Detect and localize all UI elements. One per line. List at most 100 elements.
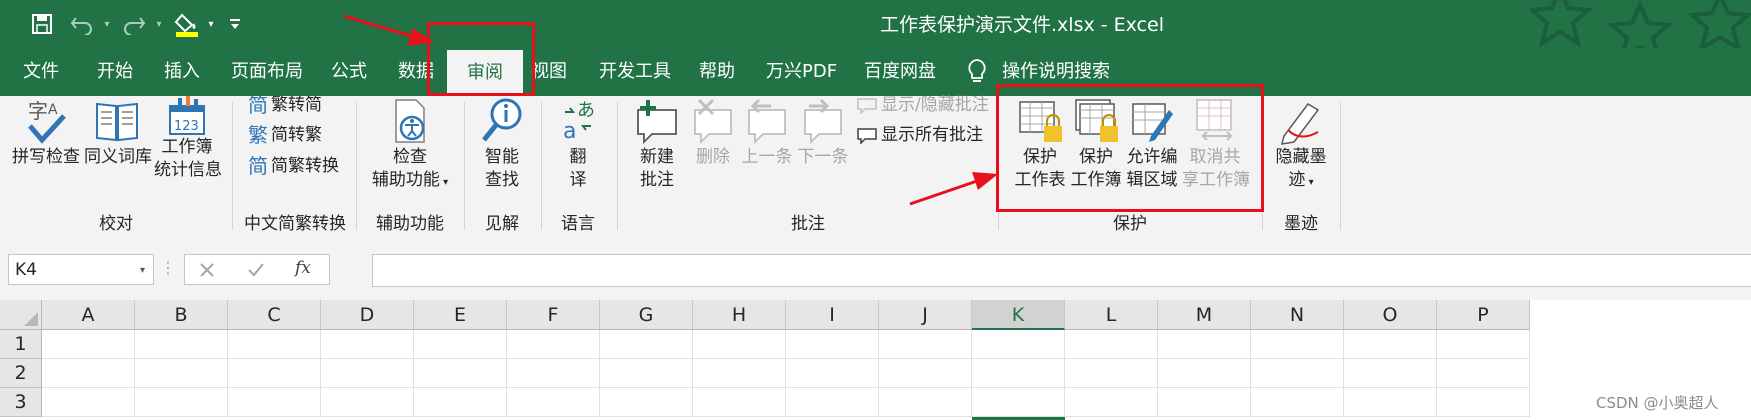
cell-o1[interactable]: [1344, 330, 1437, 359]
cell-l3[interactable]: [1065, 388, 1158, 417]
previous-comment-button[interactable]: 上一条: [740, 96, 794, 169]
tab-wondershare-pdf[interactable]: 万兴PDF: [766, 48, 837, 96]
cell-h1[interactable]: [693, 330, 786, 359]
cell-o2[interactable]: [1344, 359, 1437, 388]
thesaurus-button[interactable]: 同义词库: [84, 96, 152, 169]
cell-b2[interactable]: [135, 359, 228, 388]
customize-qat-icon[interactable]: [226, 10, 244, 38]
tab-page-layout[interactable]: 页面布局: [231, 48, 303, 96]
tab-baidu-netdisk[interactable]: 百度网盘: [864, 48, 936, 96]
cell-a3[interactable]: [42, 388, 135, 417]
fill-color-icon[interactable]: [172, 10, 202, 38]
cell-l1[interactable]: [1065, 330, 1158, 359]
column-header-f[interactable]: F: [507, 300, 600, 330]
cell-c3[interactable]: [228, 388, 321, 417]
cell-e2[interactable]: [414, 359, 507, 388]
column-header-k[interactable]: K: [972, 300, 1065, 330]
tab-file[interactable]: 文件: [23, 48, 59, 96]
tab-developer[interactable]: 开发工具: [599, 48, 671, 96]
new-comment-button[interactable]: 新建 批注: [630, 96, 684, 192]
column-header-e[interactable]: E: [414, 300, 507, 330]
cell-f2[interactable]: [507, 359, 600, 388]
cell-n2[interactable]: [1251, 359, 1344, 388]
cell-f1[interactable]: [507, 330, 600, 359]
cell-a1[interactable]: [42, 330, 135, 359]
cell-e1[interactable]: [414, 330, 507, 359]
cell-n3[interactable]: [1251, 388, 1344, 417]
column-header-d[interactable]: D: [321, 300, 414, 330]
cell-i3[interactable]: [786, 388, 879, 417]
cell-m1[interactable]: [1158, 330, 1251, 359]
cell-m3[interactable]: [1158, 388, 1251, 417]
cell-o3[interactable]: [1344, 388, 1437, 417]
undo-dropdown-icon[interactable]: ▾: [100, 10, 114, 38]
tab-insert[interactable]: 插入: [164, 48, 200, 96]
cell-d1[interactable]: [321, 330, 414, 359]
row-header-3[interactable]: 3: [0, 388, 42, 417]
spelling-button[interactable]: 字 A 拼写检查: [12, 96, 80, 169]
fill-color-dropdown-icon[interactable]: ▾: [204, 10, 218, 38]
chinese-conversion-button[interactable]: 简 简繁转换: [248, 154, 339, 178]
cell-h3[interactable]: [693, 388, 786, 417]
show-hide-comment-button[interactable]: 显示/隐藏批注: [856, 93, 989, 117]
smart-lookup-button[interactable]: 智能 查找: [472, 96, 532, 192]
cell-i2[interactable]: [786, 359, 879, 388]
column-header-n[interactable]: N: [1251, 300, 1344, 330]
next-comment-button[interactable]: 下一条: [796, 96, 850, 169]
cell-k3[interactable]: [972, 388, 1065, 417]
column-header-p[interactable]: P: [1437, 300, 1530, 330]
enter-icon[interactable]: [247, 262, 265, 278]
column-header-l[interactable]: L: [1065, 300, 1158, 330]
cell-g3[interactable]: [600, 388, 693, 417]
column-header-i[interactable]: I: [786, 300, 879, 330]
hide-ink-button[interactable]: 隐藏墨 迹 ▾: [1270, 96, 1332, 194]
save-icon[interactable]: [28, 10, 56, 38]
cell-d2[interactable]: [321, 359, 414, 388]
cell-k1[interactable]: [972, 330, 1065, 359]
cell-m2[interactable]: [1158, 359, 1251, 388]
column-header-b[interactable]: B: [135, 300, 228, 330]
cell-f3[interactable]: [507, 388, 600, 417]
column-header-g[interactable]: G: [600, 300, 693, 330]
name-box[interactable]: K4 ▾: [8, 254, 154, 285]
cell-a2[interactable]: [42, 359, 135, 388]
tab-view[interactable]: 视图: [531, 48, 567, 96]
cell-g1[interactable]: [600, 330, 693, 359]
workbook-statistics-button[interactable]: 123 工作簿 统计信息: [154, 96, 222, 182]
row-header-2[interactable]: 2: [0, 359, 42, 388]
column-header-m[interactable]: M: [1158, 300, 1251, 330]
redo-icon[interactable]: [116, 10, 152, 38]
show-all-comments-button[interactable]: 显示所有批注: [856, 123, 983, 147]
cell-p1[interactable]: [1437, 330, 1530, 359]
formula-bar-grip-icon[interactable]: ⋮: [160, 258, 176, 277]
cell-l2[interactable]: [1065, 359, 1158, 388]
cancel-icon[interactable]: [199, 262, 215, 278]
column-header-a[interactable]: A: [42, 300, 135, 330]
simp-to-trad-button[interactable]: 繁 简转繁: [248, 123, 322, 147]
undo-icon[interactable]: [64, 10, 100, 38]
cell-h2[interactable]: [693, 359, 786, 388]
cell-d3[interactable]: [321, 388, 414, 417]
cell-j1[interactable]: [879, 330, 972, 359]
cell-p3[interactable]: [1437, 388, 1530, 417]
cell-j2[interactable]: [879, 359, 972, 388]
cell-n1[interactable]: [1251, 330, 1344, 359]
tab-formulas[interactable]: 公式: [331, 48, 367, 96]
insert-function-icon[interactable]: fx: [295, 258, 311, 278]
cell-c1[interactable]: [228, 330, 321, 359]
tab-home[interactable]: 开始: [97, 48, 133, 96]
row-header-1[interactable]: 1: [0, 330, 42, 359]
delete-comment-button[interactable]: 删除: [688, 96, 738, 169]
column-header-o[interactable]: O: [1344, 300, 1437, 330]
cell-b1[interactable]: [135, 330, 228, 359]
column-header-j[interactable]: J: [879, 300, 972, 330]
cell-g2[interactable]: [600, 359, 693, 388]
cell-k2[interactable]: [972, 359, 1065, 388]
select-all-corner[interactable]: [0, 300, 42, 330]
formula-input[interactable]: [372, 254, 1751, 287]
tab-help[interactable]: 帮助: [699, 48, 735, 96]
column-header-c[interactable]: C: [228, 300, 321, 330]
cell-c2[interactable]: [228, 359, 321, 388]
translate-button[interactable]: あ a 翻 译: [552, 96, 604, 192]
cell-i1[interactable]: [786, 330, 879, 359]
